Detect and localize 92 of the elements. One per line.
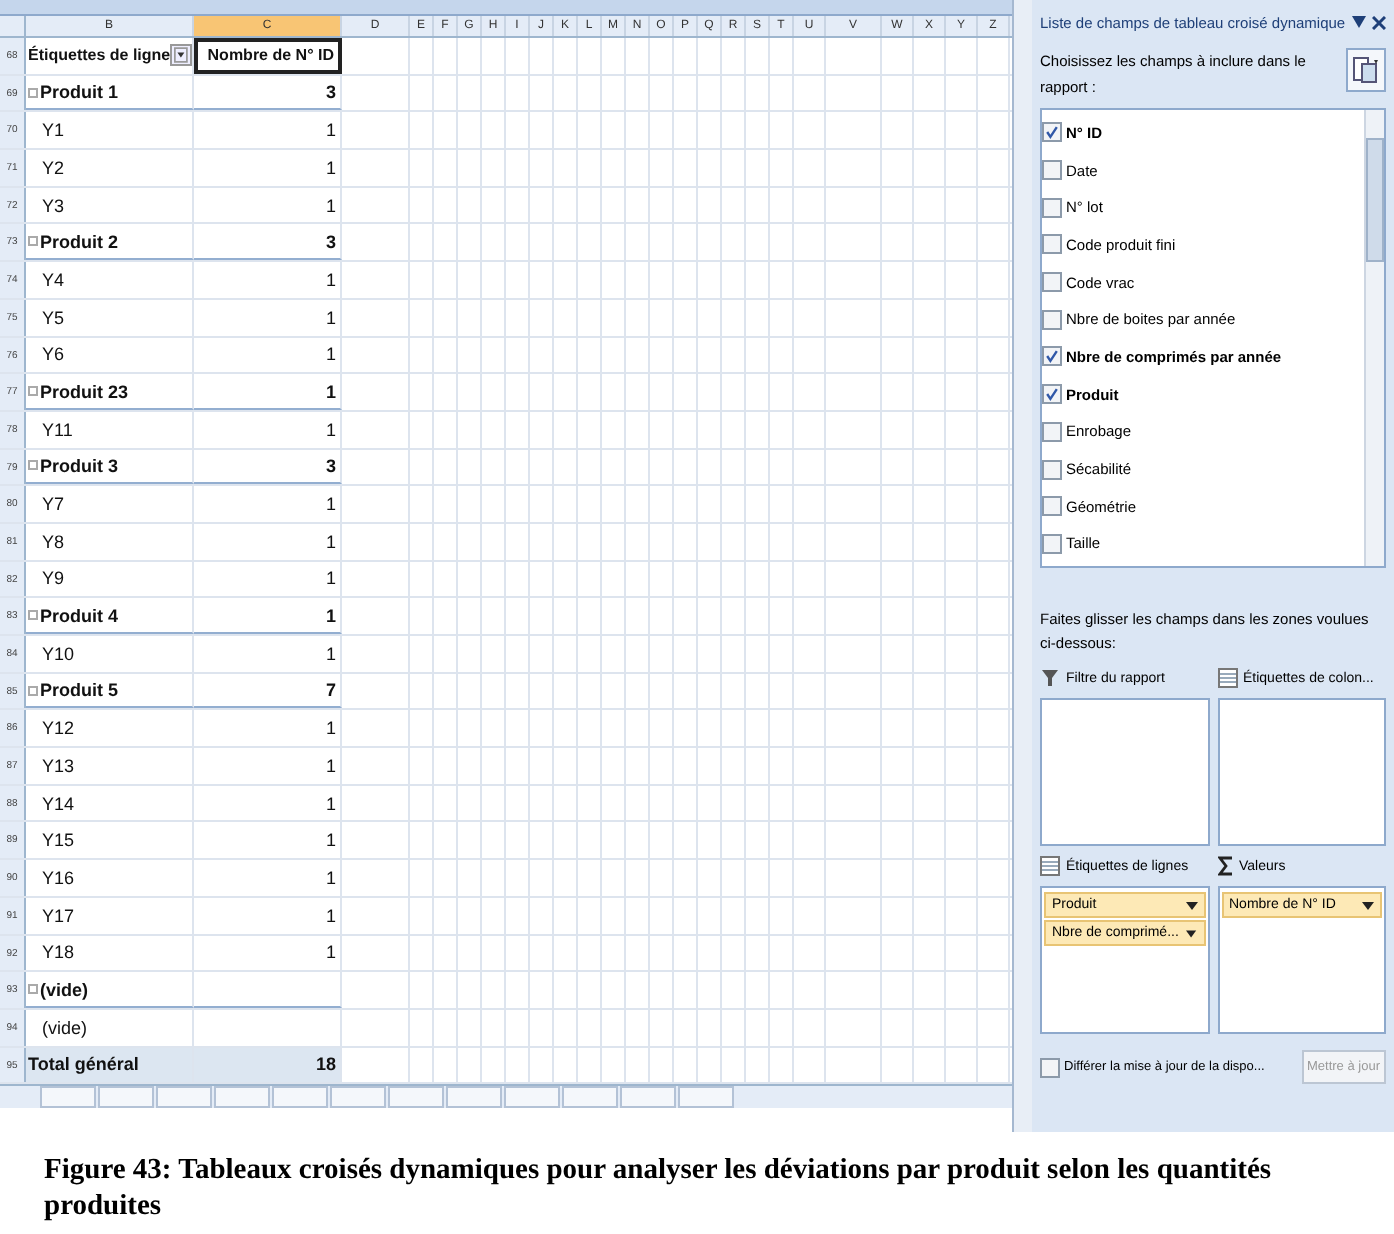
- drop-area[interactable]: [1217, 698, 1386, 846]
- row-label: Y6: [42, 344, 65, 365]
- count-cell: 1: [194, 486, 342, 522]
- count-cell: 3: [194, 224, 342, 261]
- layout-icon: [1350, 54, 1382, 86]
- row-label: (vide): [42, 1017, 88, 1038]
- scrollbar[interactable]: [1012, 0, 1032, 1132]
- row-label: Y9: [42, 568, 65, 589]
- caret-icon[interactable]: [1185, 899, 1197, 911]
- checkbox[interactable]: [1042, 384, 1062, 405]
- row-label: Produit 3: [40, 455, 119, 476]
- count-cell: 1: [194, 822, 342, 859]
- row-label: Y12: [42, 718, 75, 739]
- row-label: Y5: [42, 307, 65, 328]
- checkbox[interactable]: [1042, 346, 1062, 367]
- row-label: Produit 23: [40, 381, 129, 402]
- row-label: Produit 4: [40, 605, 119, 626]
- count-cell: 18: [194, 1047, 342, 1083]
- count-cell: 3: [194, 75, 342, 111]
- row-labels-icon: [1040, 856, 1060, 876]
- row-label: (vide): [40, 979, 89, 1000]
- count-cell: 1: [194, 710, 342, 747]
- column-labels-icon: [1217, 668, 1237, 688]
- count-cell: 3: [194, 449, 342, 485]
- checkbox[interactable]: [1042, 234, 1062, 255]
- caret-icon[interactable]: [1352, 16, 1366, 28]
- sheet-tabs-drawing[interactable]: [0, 1084, 1012, 1109]
- filter-icon: [1040, 668, 1060, 688]
- collapse-icon[interactable]: [28, 386, 38, 397]
- row-label: Y10: [42, 643, 75, 664]
- drop-area[interactable]: [1040, 698, 1209, 846]
- layout-button[interactable]: [1346, 48, 1386, 92]
- row-label: Y17: [42, 905, 75, 926]
- count-cell: 1: [194, 935, 342, 971]
- count-cell: 1: [194, 262, 342, 298]
- caret-icon[interactable]: [1186, 927, 1197, 939]
- collapse-icon[interactable]: [28, 460, 38, 471]
- count-cell: 1: [194, 598, 342, 634]
- row-label: Y3: [42, 195, 65, 216]
- scrollbar[interactable]: [1364, 110, 1384, 566]
- count-cell: 1: [194, 411, 342, 448]
- row-label: Total général: [28, 1054, 139, 1075]
- row-label: Y18: [42, 942, 75, 963]
- checkbox[interactable]: [1040, 1057, 1060, 1077]
- row-label: Y1: [42, 120, 65, 141]
- row-label: Produit 2: [40, 231, 119, 252]
- count-cell: 1: [194, 112, 342, 149]
- row-label: Y13: [42, 755, 75, 776]
- collapse-icon[interactable]: [28, 87, 38, 98]
- checkbox[interactable]: [1042, 272, 1062, 293]
- row-label: Y7: [42, 494, 65, 515]
- collapse-icon[interactable]: [28, 685, 38, 696]
- row-label: Y15: [42, 830, 75, 851]
- count-cell: 1: [194, 897, 342, 933]
- figure-caption: Figure 43: Tableaux croisés dynamiques pour analyser les déviations par produit selon les quantités produites: [42, 1152, 1274, 1224]
- count-cell: 1: [194, 299, 342, 335]
- row-label: Y2: [42, 157, 65, 178]
- checkbox[interactable]: [1042, 459, 1062, 480]
- row-label: Y14: [42, 793, 75, 814]
- checkbox[interactable]: [1042, 421, 1062, 442]
- checkbox[interactable]: [1042, 496, 1062, 517]
- caret-icon[interactable]: [1362, 899, 1374, 911]
- count-cell: 1: [194, 337, 342, 373]
- collapse-icon[interactable]: [28, 236, 38, 247]
- row-label: Y11: [42, 419, 73, 440]
- count-cell: Nombre de N° ID: [194, 38, 342, 74]
- collapse-icon[interactable]: [28, 610, 38, 621]
- count-cell: 1: [194, 785, 342, 821]
- filter-dropdown-icon[interactable]: [170, 44, 192, 67]
- count-cell: 1: [194, 636, 342, 672]
- count-cell: 1: [194, 748, 342, 784]
- row-label: Y4: [42, 269, 65, 290]
- checkbox[interactable]: [1042, 309, 1062, 330]
- count-cell: 7: [194, 673, 342, 709]
- row-label: Y8: [42, 531, 65, 552]
- row-label: Étiquettes de ligne: [28, 46, 171, 65]
- checkbox[interactable]: [1042, 197, 1062, 218]
- count-cell: 1: [194, 860, 342, 896]
- row-label: Y16: [42, 867, 75, 888]
- sum-icon: [1217, 856, 1233, 876]
- count-cell: 1: [194, 523, 342, 560]
- close-icon[interactable]: [1372, 15, 1386, 29]
- count-cell: 1: [194, 150, 342, 186]
- collapse-icon[interactable]: [28, 984, 38, 995]
- row-label: Produit 5: [40, 680, 119, 701]
- checkbox[interactable]: [1042, 160, 1062, 181]
- count-cell: 1: [194, 187, 342, 223]
- row-label: Produit 1: [40, 82, 119, 103]
- count-cell: 1: [194, 561, 342, 597]
- checkbox[interactable]: [1042, 122, 1062, 143]
- checkbox[interactable]: [1042, 533, 1062, 554]
- count-cell: 1: [194, 374, 342, 410]
